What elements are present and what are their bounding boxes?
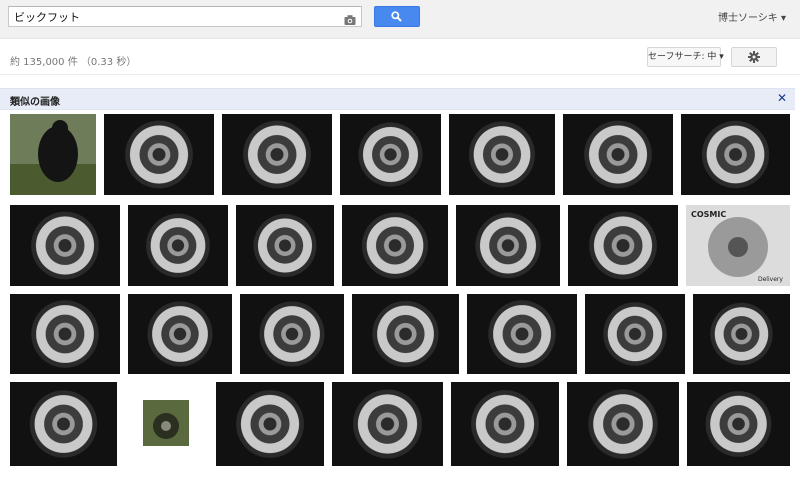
search-input[interactable]: ビックフット xyxy=(8,6,362,27)
account-menu[interactable]: 博士ソーシキ ▾ xyxy=(718,9,786,24)
image-thumbnail[interactable] xyxy=(340,114,441,195)
top-header: ビックフット 博士ソーシキ ▾ xyxy=(0,0,800,39)
image-thumbnail[interactable] xyxy=(10,294,120,374)
image-thumbnail[interactable] xyxy=(687,382,790,466)
thumb-label-bottom: Delivery xyxy=(758,276,783,283)
camera-icon[interactable] xyxy=(344,11,356,25)
image-thumbnail[interactable] xyxy=(104,114,214,195)
image-thumbnail[interactable] xyxy=(451,382,559,466)
divider xyxy=(0,74,800,75)
similar-images-bar: 類似の画像 ✕ xyxy=(0,88,795,110)
image-thumbnail[interactable] xyxy=(456,205,560,286)
close-icon[interactable]: ✕ xyxy=(777,91,787,105)
image-thumbnail[interactable] xyxy=(10,205,120,286)
image-thumbnail[interactable] xyxy=(128,294,232,374)
image-thumbnail[interactable] xyxy=(143,400,189,446)
similar-images-title: 類似の画像 xyxy=(10,97,60,108)
image-thumbnail[interactable] xyxy=(10,114,96,195)
image-thumbnail[interactable] xyxy=(449,114,555,195)
thumb-label-top: COSMIC xyxy=(691,210,726,219)
image-thumbnail[interactable] xyxy=(567,382,679,466)
image-thumbnail[interactable] xyxy=(332,382,443,466)
gear-icon xyxy=(748,51,760,63)
safesearch-dropdown[interactable]: セーフサーチ: 中 ▾ xyxy=(647,47,724,67)
search-query-text: ビックフット xyxy=(14,11,80,24)
image-thumbnail[interactable] xyxy=(563,114,673,195)
search-icon xyxy=(391,11,402,22)
image-thumbnail[interactable] xyxy=(568,205,678,286)
image-thumbnail[interactable] xyxy=(681,114,790,195)
image-thumbnail[interactable] xyxy=(222,114,332,195)
image-thumbnail[interactable] xyxy=(342,205,448,286)
image-thumbnail[interactable] xyxy=(585,294,685,374)
image-thumbnail[interactable] xyxy=(467,294,577,374)
image-thumbnail[interactable] xyxy=(240,294,344,374)
image-thumbnail[interactable] xyxy=(10,382,117,466)
image-thumbnail[interactable] xyxy=(128,205,228,286)
image-thumbnail[interactable] xyxy=(216,382,324,466)
image-thumbnail[interactable] xyxy=(236,205,334,286)
image-thumbnail[interactable] xyxy=(352,294,459,374)
search-button[interactable] xyxy=(374,6,420,27)
results-stats: 約 135,000 件 （0.33 秒） xyxy=(10,57,137,68)
image-thumbnail[interactable] xyxy=(693,294,790,374)
image-thumbnail[interactable]: COSMIC Delivery xyxy=(686,205,790,286)
settings-button[interactable] xyxy=(731,47,777,67)
